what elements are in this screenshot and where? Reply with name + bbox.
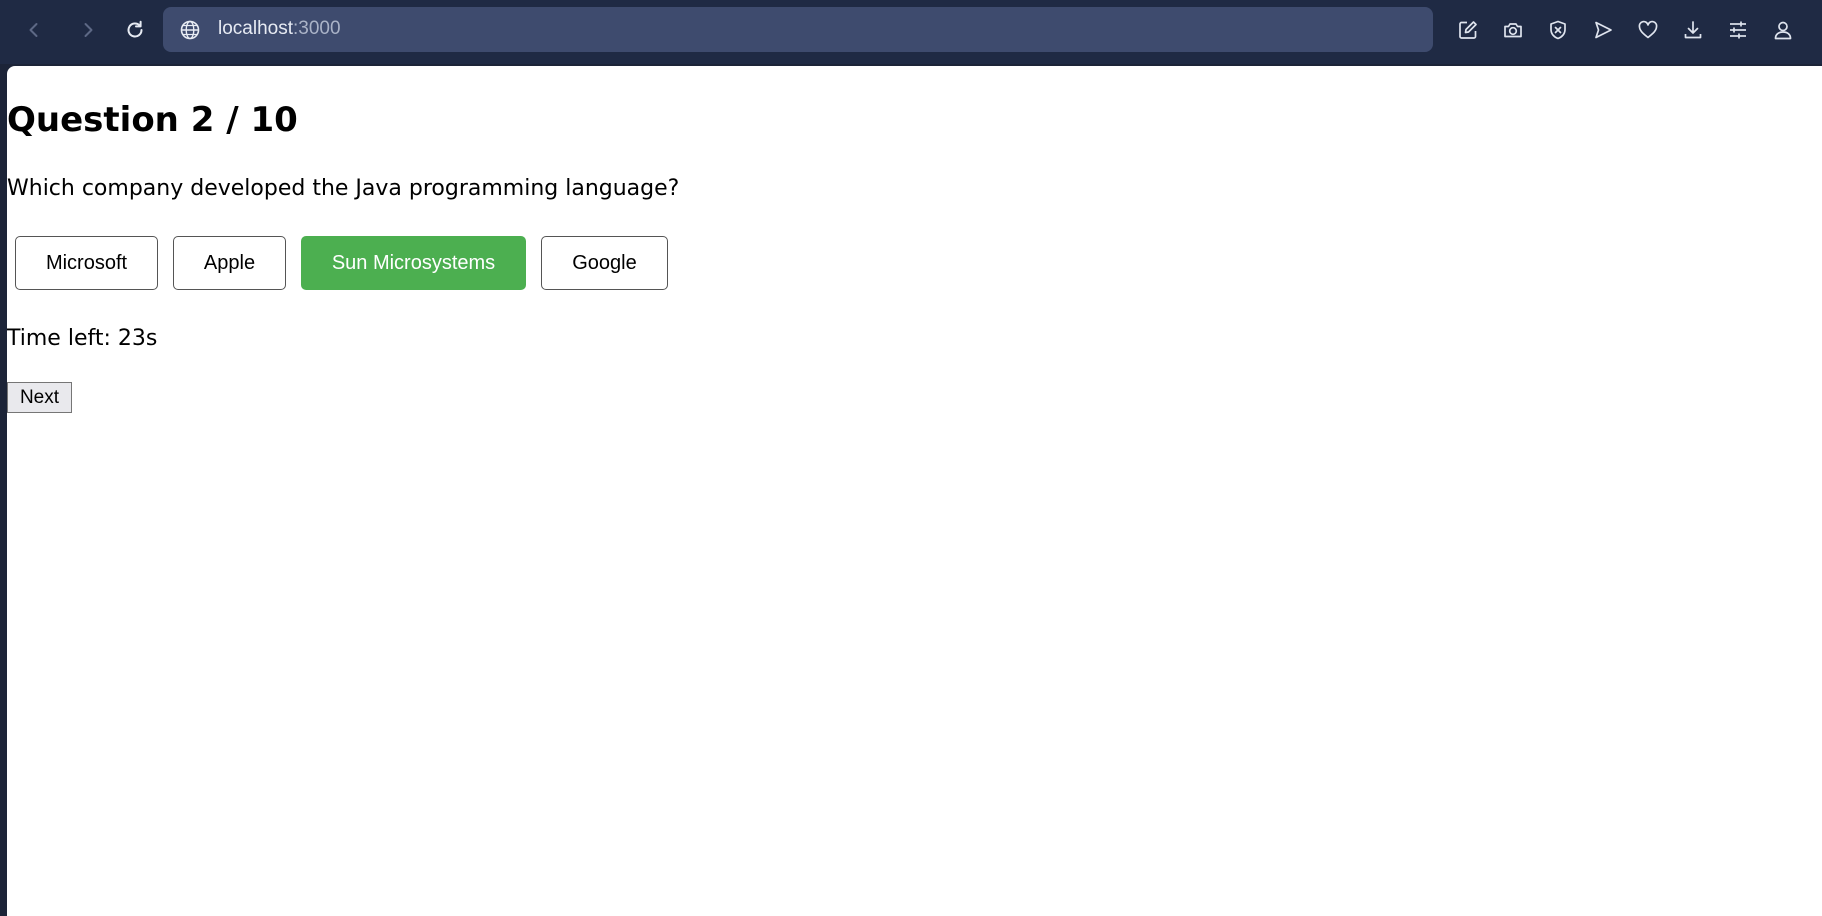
url-port: :3000 [293, 18, 341, 39]
page-viewport: Question 2 / 10 Which company developed … [7, 66, 1822, 916]
ad-block-button[interactable] [1545, 17, 1571, 43]
address-bar[interactable]: localhost:3000 [163, 7, 1433, 52]
edit-icon [1459, 21, 1477, 39]
download-icon [1684, 21, 1702, 39]
next-button[interactable]: Next [7, 382, 72, 413]
profile-icon [1774, 21, 1792, 40]
heart-icon [1638, 20, 1658, 39]
option-apple-button[interactable]: Apple [173, 236, 286, 290]
edit-button[interactable] [1455, 17, 1481, 43]
answer-options: Microsoft Apple Sun Microsystems Google [15, 236, 668, 290]
screenshot-button[interactable] [1500, 17, 1526, 43]
profile-button[interactable] [1770, 17, 1796, 43]
send-icon [1595, 21, 1612, 39]
question-text: Which company developed the Java program… [7, 176, 680, 201]
forward-button[interactable] [73, 15, 103, 45]
option-google-button[interactable]: Google [541, 236, 668, 290]
browser-toolbar: localhost:3000 [0, 0, 1822, 64]
reload-icon [127, 20, 143, 38]
downloads-button[interactable] [1680, 17, 1706, 43]
send-button[interactable] [1590, 17, 1616, 43]
timer-text: Time left: 23s [7, 326, 158, 351]
option-microsoft-button[interactable]: Microsoft [15, 236, 158, 290]
url-text[interactable]: localhost:3000 [218, 18, 341, 40]
option-sun-microsystems-button[interactable]: Sun Microsystems [301, 236, 526, 290]
favorites-button[interactable] [1635, 17, 1661, 43]
question-counter: Question 2 / 10 [7, 100, 298, 140]
url-host: localhost [218, 18, 293, 39]
chevron-right-icon [84, 23, 93, 37]
globe-icon[interactable] [179, 19, 201, 41]
shield-x-icon [1550, 20, 1566, 40]
settings-button[interactable] [1725, 17, 1751, 43]
sliders-icon [1730, 21, 1746, 39]
back-button[interactable] [19, 15, 49, 45]
reload-button[interactable] [120, 15, 150, 45]
camera-icon [1504, 23, 1522, 38]
chevron-left-icon [29, 23, 38, 37]
